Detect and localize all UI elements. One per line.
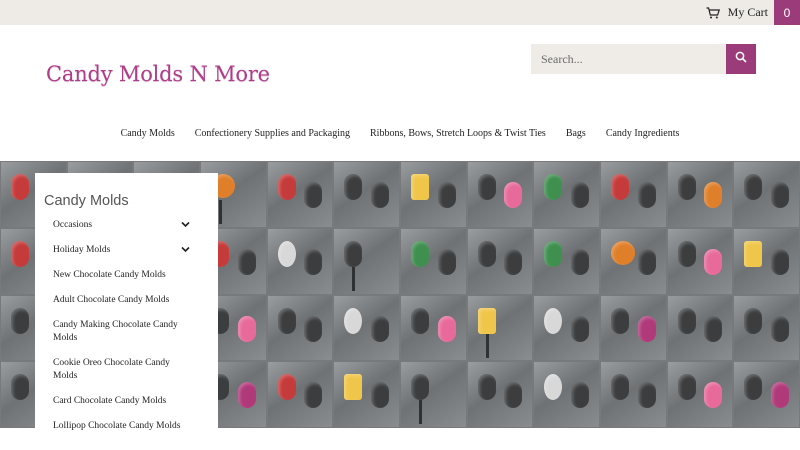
category-sidebar: Candy Molds Occasions Holiday Molds New … [35, 173, 218, 450]
nav-item-candy-ingredients[interactable]: Candy Ingredients [606, 122, 680, 146]
mold-tile [267, 228, 333, 294]
mold-tile [667, 362, 733, 427]
sidebar-item-label: Lollipop Chocolate Candy Molds [53, 421, 181, 431]
site-logo[interactable]: Candy Molds N More [46, 62, 270, 86]
sidebar-item-new-chocolate-candy-molds[interactable]: New Chocolate Candy Molds [35, 269, 218, 282]
mold-tile [467, 162, 533, 227]
mold-tile [600, 295, 666, 361]
mold-tile [534, 228, 599, 294]
search-form [531, 44, 756, 74]
search-input[interactable] [531, 44, 726, 74]
mold-tile [534, 295, 599, 361]
sidebar-item-cookie-oreo-chocolate-candy-molds[interactable]: Cookie Oreo Chocolate Candy Molds [35, 357, 218, 383]
mold-tile [334, 362, 399, 427]
search-icon [735, 50, 747, 68]
mold-tile [667, 162, 733, 227]
mold-tile [667, 295, 733, 361]
sidebar-item-label: Candy Making Chocolate Candy Molds [53, 320, 178, 343]
sidebar-title: Candy Molds [44, 193, 129, 209]
sidebar-item-label: Holiday Molds [53, 245, 111, 255]
nav-item-candy-molds[interactable]: Candy Molds [121, 122, 175, 146]
mold-tile [734, 295, 799, 361]
nav-item-ribbons-bows[interactable]: Ribbons, Bows, Stretch Loops & Twist Tie… [370, 122, 546, 146]
mold-tile [400, 362, 466, 427]
mold-tile [334, 295, 399, 361]
nav-item-confectionery-supplies[interactable]: Confectionery Supplies and Packaging [195, 122, 350, 146]
mold-tile [534, 362, 599, 427]
mold-tile [600, 162, 666, 227]
sidebar-item-label: Cookie Oreo Chocolate Candy Molds [53, 358, 170, 381]
mold-tile [734, 228, 799, 294]
chevron-down-icon[interactable] [181, 220, 190, 233]
sidebar-item-card-chocolate-candy-molds[interactable]: Card Chocolate Candy Molds [35, 395, 218, 408]
nav-item-bags[interactable]: Bags [566, 122, 586, 146]
mold-tile [400, 162, 466, 227]
mold-tile [667, 228, 733, 294]
mold-tile [400, 295, 466, 361]
sidebar-item-lollipop-chocolate-candy-molds[interactable]: Lollipop Chocolate Candy Molds [35, 420, 218, 433]
cart-icon [706, 6, 720, 19]
mold-tile [734, 362, 799, 427]
mold-tile [534, 162, 599, 227]
mold-tile [600, 228, 666, 294]
mold-tile [334, 228, 399, 294]
cart-count-badge[interactable]: 0 [774, 0, 800, 25]
mold-tile [467, 362, 533, 427]
mold-tile [334, 162, 399, 227]
sidebar-item-candy-making-chocolate-candy-molds[interactable]: Candy Making Chocolate Candy Molds [35, 319, 218, 345]
mold-tile [267, 162, 333, 227]
sidebar-item-label: Adult Chocolate Candy Molds [53, 295, 170, 305]
chevron-down-icon[interactable] [181, 245, 190, 258]
my-cart-link[interactable]: My Cart [706, 0, 768, 25]
sidebar-item-label: New Chocolate Candy Molds [53, 270, 166, 280]
sidebar-item-occasions[interactable]: Occasions [35, 219, 218, 232]
search-button[interactable] [726, 44, 756, 74]
sidebar-item-holiday-molds[interactable]: Holiday Molds [35, 244, 218, 257]
mold-tile [467, 228, 533, 294]
mold-tile [600, 362, 666, 427]
sidebar-item-adult-chocolate-candy-molds[interactable]: Adult Chocolate Candy Molds [35, 294, 218, 307]
sidebar-item-label: Card Chocolate Candy Molds [53, 396, 167, 406]
mold-tile [267, 362, 333, 427]
mold-tile [400, 228, 466, 294]
mold-tile [267, 295, 333, 361]
mold-tile [467, 295, 533, 361]
cart-label: My Cart [727, 5, 768, 19]
main-nav: Candy Molds Confectionery Supplies and P… [0, 122, 800, 146]
sidebar-item-label: Occasions [53, 220, 93, 230]
mold-tile [734, 162, 799, 227]
top-bar: My Cart 0 [0, 0, 800, 25]
